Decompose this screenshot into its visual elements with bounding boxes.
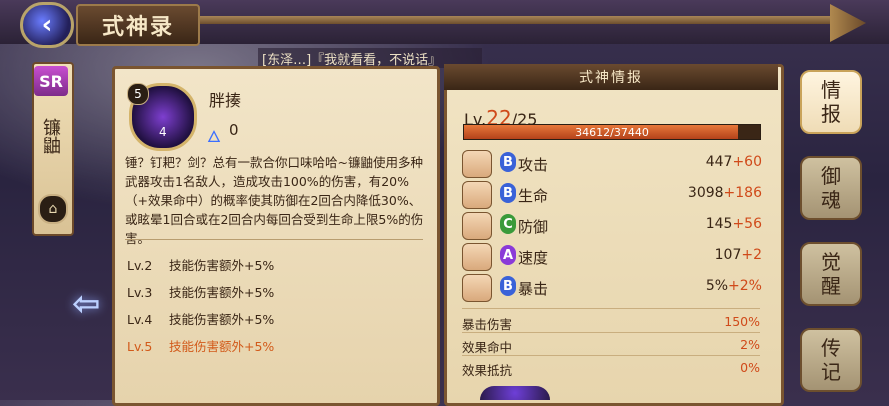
stat-value: 447+60 — [705, 154, 762, 170]
skill-level-row: Lv.2 技能伤害额外+5% — [127, 258, 275, 273]
onibi-cost: 0 — [229, 121, 239, 139]
stat-name: 生命 — [518, 187, 549, 205]
tab-awaken[interactable]: 觉 醒 — [800, 242, 862, 306]
tab-soul[interactable]: 御 魂 — [800, 156, 862, 220]
header-rope-decoration — [196, 16, 836, 24]
stat-grade: C — [500, 214, 516, 234]
stat-grade: A — [500, 245, 516, 265]
stat-name: 攻击 — [518, 156, 549, 174]
stat-value: 107+2 — [714, 247, 762, 263]
back-button[interactable]: ‹ — [20, 2, 74, 48]
stat-value: 3098+186 — [687, 185, 762, 201]
skill-card: 5 4 胖揍 🜂 0 锤？钉耙？剑？总有一款合你口味哈哈~镰鼬使用多种武器攻击1… — [112, 66, 440, 406]
stat-name: 暴击 — [518, 280, 549, 298]
lock-icon[interactable]: ⌂ — [38, 194, 68, 224]
rarity-badge: SR — [34, 66, 68, 96]
wing-icon — [462, 243, 492, 271]
xp-bar: 34612/37440 — [463, 124, 761, 140]
skill-level-badge: 4 — [159, 125, 167, 139]
sub-stat-effect-resist: 效果抵抗 0% — [462, 360, 760, 378]
previous-shikigami-arrow-icon[interactable]: ⇦ — [72, 284, 112, 324]
stat-row-speed: A 速度 107+2 — [462, 243, 762, 271]
back-orb-icon: ‹ — [41, 10, 53, 40]
skill-level-row: Lv.4 技能伤害额外+5% — [127, 312, 275, 327]
bottom-emblem — [480, 386, 550, 400]
shikigami-name: 镰鼬 — [40, 118, 61, 154]
stat-grade: B — [500, 183, 516, 203]
skill-name: 胖揍 — [209, 91, 242, 110]
sub-stat-crit-damage: 暴击伤害 150% — [462, 314, 760, 332]
divider — [462, 308, 760, 309]
stat-row-crit: B 暴击 5%+2% — [462, 274, 762, 302]
stat-row-attack: B 攻击 447+60 — [462, 150, 762, 178]
xp-text: 34612/37440 — [575, 125, 649, 139]
stat-name: 防御 — [518, 218, 549, 236]
skill-level-row-current: Lv.5 技能伤害额外+5% — [127, 339, 275, 354]
stat-row-hp: B 生命 3098+186 — [462, 181, 762, 209]
divider — [462, 332, 760, 333]
page-title: 式神录 — [76, 4, 200, 46]
stat-name: 速度 — [518, 249, 549, 267]
stat-row-defense: C 防御 145+56 — [462, 212, 762, 240]
stat-value: 5%+2% — [705, 278, 762, 294]
sub-stat-effect-hit: 效果命中 2% — [462, 337, 760, 355]
divider — [125, 239, 423, 240]
skill-cost-badge: 5 — [127, 83, 149, 105]
skill-description: 锤？钉耙？剑？总有一款合你口味哈哈~镰鼬使用多种武器攻击1名敌人，造成攻击100… — [125, 155, 424, 246]
crit-icon — [462, 274, 492, 302]
onibi-fire-icon: 🜂 — [207, 127, 221, 146]
skill-level-row: Lv.3 技能伤害额外+5% — [127, 285, 275, 300]
stat-grade: B — [500, 276, 516, 296]
stat-value: 145+56 — [705, 216, 762, 232]
tab-biography[interactable]: 传 记 — [800, 328, 862, 392]
scroll-icon — [462, 181, 492, 209]
tab-info[interactable]: 情 报 — [800, 70, 862, 134]
fan-icon — [462, 150, 492, 178]
armor-icon — [462, 212, 492, 240]
info-panel-title: 式神情报 — [444, 64, 778, 90]
divider — [462, 355, 760, 356]
stat-grade: B — [500, 152, 516, 172]
